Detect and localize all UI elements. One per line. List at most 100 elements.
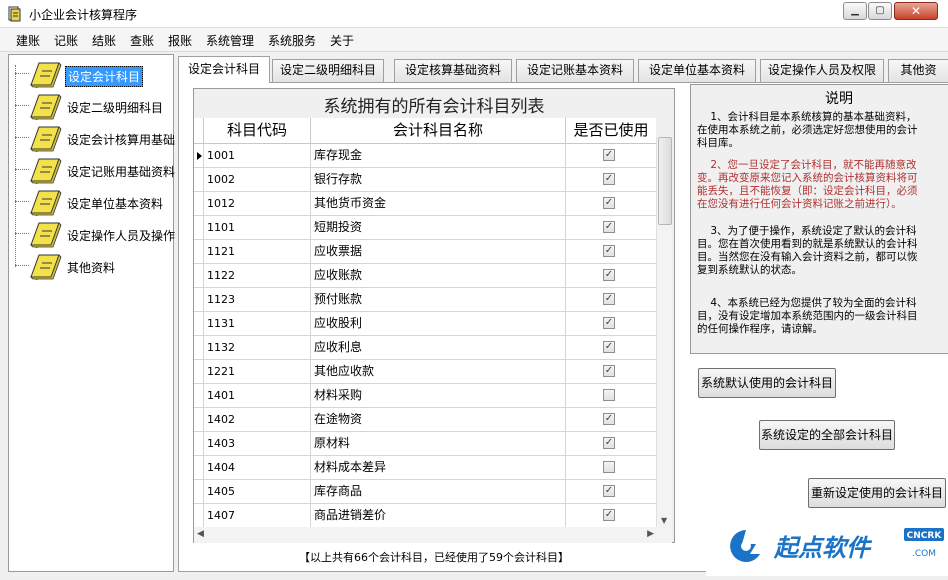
- subject-code-cell[interactable]: 1131: [204, 312, 311, 335]
- subject-code-cell[interactable]: 1122: [204, 264, 311, 287]
- row-selector[interactable]: [194, 480, 204, 503]
- menu-baozhang[interactable]: 报账: [168, 32, 192, 49]
- used-checkbox[interactable]: ✓: [603, 269, 615, 281]
- subject-code-cell[interactable]: 1002: [204, 168, 311, 191]
- tree-item-label[interactable]: 设定二级明细科目: [65, 98, 165, 117]
- row-selector[interactable]: [194, 384, 204, 407]
- tree-item-label[interactable]: 设定记账用基础资料: [65, 162, 177, 181]
- used-checkbox[interactable]: ✓: [603, 341, 615, 353]
- row-selector[interactable]: [194, 168, 204, 191]
- scroll-thumb[interactable]: [658, 137, 672, 225]
- menu-system-service[interactable]: 系统服务: [268, 32, 316, 49]
- tab-other[interactable]: 其他资: [888, 59, 948, 82]
- table-row[interactable]: 1403 原材料 ✓: [194, 432, 656, 456]
- row-selector[interactable]: [194, 240, 204, 263]
- used-cell[interactable]: ✓: [566, 240, 656, 263]
- menu-system-management[interactable]: 系统管理: [206, 32, 254, 49]
- row-selector[interactable]: [194, 216, 204, 239]
- subject-name-cell[interactable]: 库存现金: [311, 144, 566, 167]
- used-cell[interactable]: ✓: [566, 192, 656, 215]
- row-selector[interactable]: [194, 336, 204, 359]
- row-selector[interactable]: [194, 456, 204, 479]
- used-cell[interactable]: ✓: [566, 288, 656, 311]
- tree-item-label[interactable]: 其他资料: [65, 258, 117, 277]
- subject-name-cell[interactable]: 库存商品: [311, 480, 566, 503]
- used-checkbox[interactable]: [603, 389, 615, 401]
- used-checkbox[interactable]: ✓: [603, 485, 615, 497]
- subject-name-cell[interactable]: 商品进销差价: [311, 504, 566, 527]
- scroll-down-icon[interactable]: ▼: [661, 516, 667, 525]
- subject-name-cell[interactable]: 其他货币资金: [311, 192, 566, 215]
- grid-header-code[interactable]: 科目代码: [204, 118, 311, 144]
- used-checkbox[interactable]: [603, 461, 615, 473]
- tree-item[interactable]: 设定操作人员及操作: [9, 219, 175, 249]
- table-row[interactable]: 1404 材料成本差异: [194, 456, 656, 480]
- used-cell[interactable]: ✓: [566, 432, 656, 455]
- all-subjects-button[interactable]: 系统设定的全部会计科目: [759, 420, 895, 450]
- table-row[interactable]: 1122 应收账款 ✓: [194, 264, 656, 288]
- used-cell[interactable]: [566, 456, 656, 479]
- subject-code-cell[interactable]: 1001: [204, 144, 311, 167]
- menu-jizhang[interactable]: 记账: [54, 32, 78, 49]
- table-row[interactable]: 1405 库存商品 ✓: [194, 480, 656, 504]
- table-row[interactable]: 1221 其他应收款 ✓: [194, 360, 656, 384]
- tab-company-info[interactable]: 设定单位基本资料: [638, 59, 756, 82]
- used-cell[interactable]: ✓: [566, 336, 656, 359]
- reset-subjects-button[interactable]: 重新设定使用的会计科目: [808, 478, 946, 508]
- subject-name-cell[interactable]: 应收票据: [311, 240, 566, 263]
- table-row[interactable]: 1001 库存现金 ✓: [194, 144, 656, 168]
- scroll-left-icon[interactable]: ◀: [197, 529, 204, 539]
- used-cell[interactable]: [566, 384, 656, 407]
- subject-name-cell[interactable]: 预付账款: [311, 288, 566, 311]
- used-cell[interactable]: ✓: [566, 360, 656, 383]
- used-cell[interactable]: ✓: [566, 312, 656, 335]
- used-cell[interactable]: ✓: [566, 504, 656, 527]
- used-cell[interactable]: ✓: [566, 168, 656, 191]
- menu-jiezhang[interactable]: 结账: [92, 32, 116, 49]
- tab-accounting-subjects[interactable]: 设定会计科目: [178, 56, 270, 83]
- used-cell[interactable]: ✓: [566, 264, 656, 287]
- used-cell[interactable]: ✓: [566, 216, 656, 239]
- row-selector[interactable]: [194, 432, 204, 455]
- table-row[interactable]: 1402 在途物资 ✓: [194, 408, 656, 432]
- tree-item[interactable]: 设定二级明细科目: [9, 91, 173, 121]
- row-selector[interactable]: [194, 288, 204, 311]
- tab-bookkeeping-basics[interactable]: 设定记账基本资料: [516, 59, 634, 82]
- used-checkbox[interactable]: ✓: [603, 221, 615, 233]
- used-checkbox[interactable]: ✓: [603, 509, 615, 521]
- menu-about[interactable]: 关于: [330, 32, 354, 49]
- subject-name-cell[interactable]: 材料成本差异: [311, 456, 566, 479]
- subject-code-cell[interactable]: 1123: [204, 288, 311, 311]
- used-checkbox[interactable]: ✓: [603, 317, 615, 329]
- subject-name-cell[interactable]: 其他应收款: [311, 360, 566, 383]
- used-cell[interactable]: ✓: [566, 408, 656, 431]
- row-selector[interactable]: [194, 504, 204, 527]
- maximize-button[interactable]: ▢: [868, 2, 892, 20]
- subject-code-cell[interactable]: 1012: [204, 192, 311, 215]
- subject-code-cell[interactable]: 1101: [204, 216, 311, 239]
- tree-item[interactable]: 设定单位基本资料: [9, 187, 173, 217]
- table-row[interactable]: 1121 应收票据 ✓: [194, 240, 656, 264]
- subject-name-cell[interactable]: 应收账款: [311, 264, 566, 287]
- table-row[interactable]: 1401 材料采购: [194, 384, 656, 408]
- tree-item[interactable]: 其他资料: [9, 251, 173, 281]
- used-cell[interactable]: ✓: [566, 480, 656, 503]
- subject-name-cell[interactable]: 原材料: [311, 432, 566, 455]
- grid-horizontal-scrollbar[interactable]: ◀ ▶: [194, 527, 672, 543]
- tree-item-label[interactable]: 设定单位基本资料: [65, 194, 165, 213]
- close-button[interactable]: ✕: [894, 2, 938, 20]
- used-cell[interactable]: ✓: [566, 144, 656, 167]
- tree-item[interactable]: 设定会计科目: [9, 59, 173, 89]
- table-row[interactable]: 1132 应收利息 ✓: [194, 336, 656, 360]
- subject-name-cell[interactable]: 材料采购: [311, 384, 566, 407]
- tree-item-label[interactable]: 设定会计核算用基础: [65, 130, 177, 149]
- used-checkbox[interactable]: ✓: [603, 437, 615, 449]
- used-checkbox[interactable]: ✓: [603, 413, 615, 425]
- menu-jianzhang[interactable]: 建账: [16, 32, 40, 49]
- tab-secondary-subjects[interactable]: 设定二级明细科目: [272, 59, 384, 82]
- row-selector[interactable]: [194, 144, 204, 167]
- default-subjects-button[interactable]: 系统默认使用的会计科目: [698, 368, 836, 398]
- tree-item-label[interactable]: 设定操作人员及操作: [65, 226, 177, 245]
- subject-code-cell[interactable]: 1221: [204, 360, 311, 383]
- grid-header-used[interactable]: 是否已使用: [566, 118, 656, 144]
